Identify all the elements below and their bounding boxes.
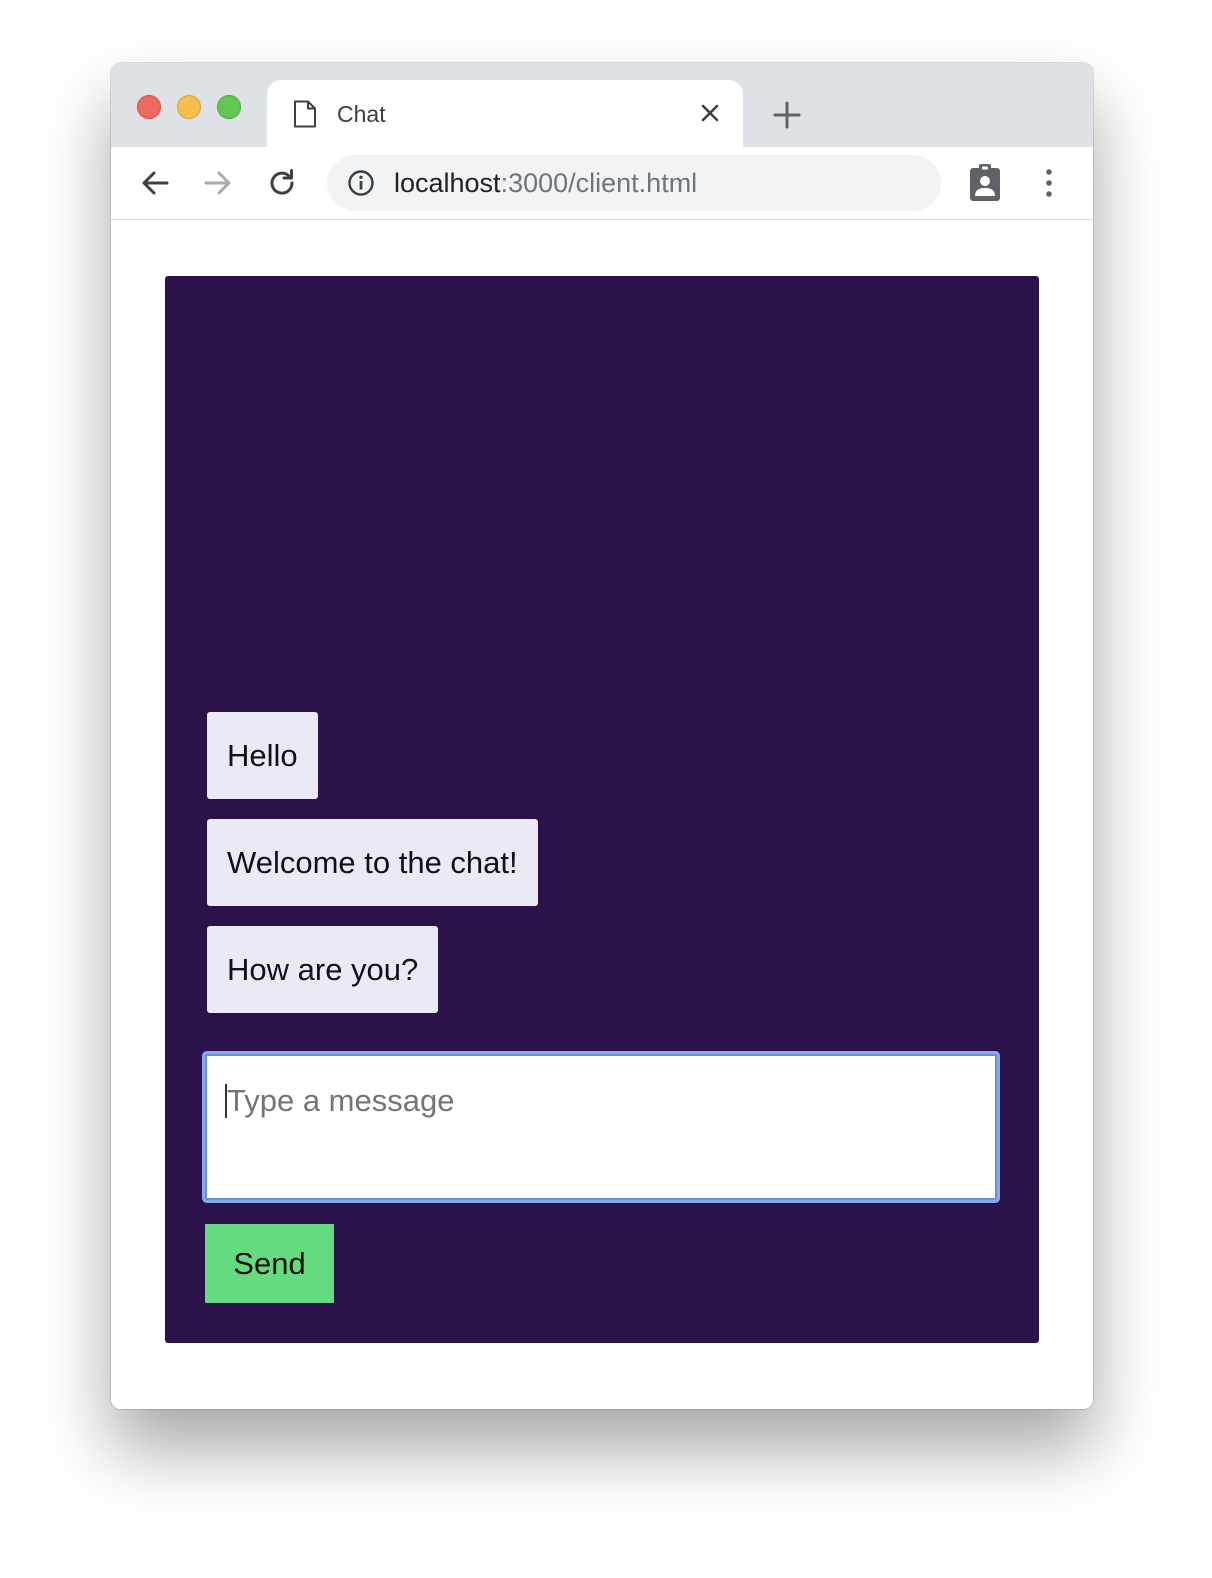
page-content: Hello Welcome to the chat! How are you? … (111, 220, 1093, 1409)
chat-message: How are you? (207, 926, 439, 1013)
plus-icon[interactable] (769, 97, 805, 133)
more-vertical-icon[interactable] (1035, 165, 1063, 201)
tab-title: Chat (337, 101, 386, 127)
message-input[interactable]: Type a message (205, 1054, 997, 1200)
send-button[interactable]: Send (205, 1224, 334, 1303)
chat-message: Hello (207, 712, 318, 799)
profile-badge-icon[interactable] (967, 163, 1003, 203)
info-icon[interactable] (347, 169, 375, 197)
chat-panel: Hello Welcome to the chat! How are you? … (165, 276, 1039, 1343)
reload-icon[interactable] (264, 165, 300, 201)
document-icon (294, 100, 316, 128)
address-path: :3000/client.html (500, 168, 698, 198)
minimize-window-button[interactable] (177, 95, 201, 119)
message-input-placeholder: Type a message (227, 1083, 455, 1118)
address-bar[interactable]: localhost:3000/client.html (327, 155, 941, 211)
browser-window: Chat localhost:3000/client.html Hello We… (111, 63, 1093, 1409)
close-window-button[interactable] (137, 95, 161, 119)
arrow-right-icon[interactable] (200, 165, 236, 201)
browser-toolbar: localhost:3000/client.html (111, 147, 1093, 220)
zoom-window-button[interactable] (217, 95, 241, 119)
message-list: Hello Welcome to the chat! How are you? (207, 712, 997, 1033)
tab-chat[interactable]: Chat (267, 80, 743, 147)
divider (206, 316, 998, 317)
address-host: localhost (394, 168, 501, 198)
address-url: localhost:3000/client.html (394, 167, 697, 199)
title-bar: Chat (111, 63, 1093, 147)
chat-message: Welcome to the chat! (207, 819, 538, 906)
arrow-left-icon[interactable] (137, 165, 173, 201)
close-icon[interactable] (695, 98, 725, 128)
